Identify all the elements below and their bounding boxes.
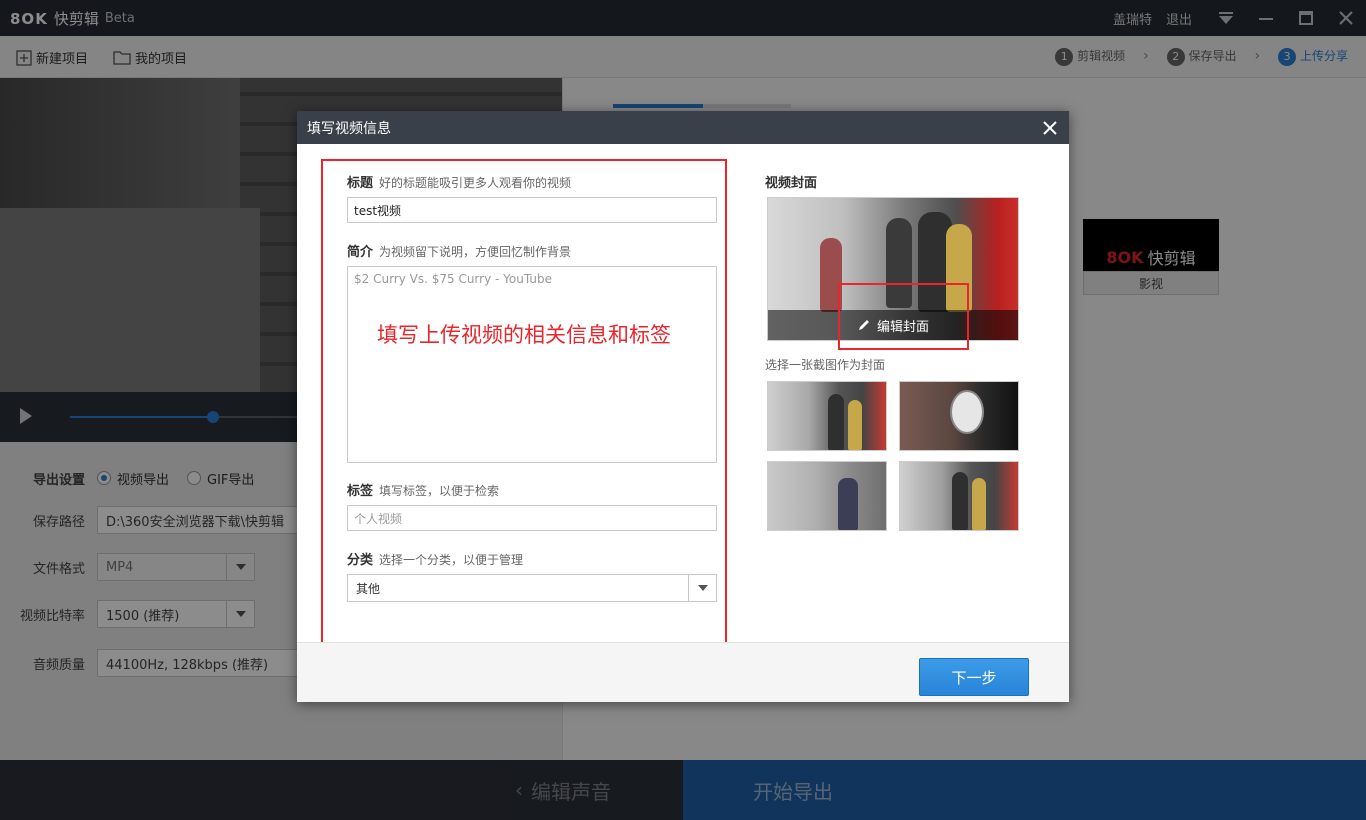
intro-textarea[interactable]: $2 Curry Vs. $75 Curry - YouTube xyxy=(347,266,717,463)
tags-field-label: 标签 填写标签，以便于检索 xyxy=(347,484,500,499)
tags-input[interactable]: 个人视频 xyxy=(347,505,717,531)
cover-thumb[interactable] xyxy=(899,381,1019,451)
annotation-box-cover xyxy=(838,283,969,350)
cover-thumb[interactable] xyxy=(767,461,887,531)
category-field-label: 分类 选择一个分类，以便于管理 xyxy=(347,553,524,568)
cover-thumb[interactable] xyxy=(767,381,887,451)
title-field-label: 标题 好的标题能吸引更多人观看你的视频 xyxy=(347,176,572,191)
dialog-footer: 下一步 xyxy=(297,642,1069,702)
video-info-dialog: 填写视频信息 标题 好的标题能吸引更多人观看你的视频 test视频 简介 为视频留下… xyxy=(297,111,1069,702)
intro-field-label: 简介 为视频留下说明，方便回忆制作背景 xyxy=(347,245,572,260)
cover-hint: 选择一张截图作为封面 xyxy=(765,358,886,372)
title-input[interactable]: test视频 xyxy=(347,197,717,223)
dialog-header: 填写视频信息 xyxy=(297,111,1069,144)
cover-thumb[interactable] xyxy=(899,461,1019,531)
cover-title: 视频封面 xyxy=(765,176,818,191)
close-icon[interactable] xyxy=(1039,117,1061,139)
category-select[interactable]: 其他 xyxy=(347,574,717,602)
annotation-text: 填写上传视频的相关信息和标签 xyxy=(377,323,671,347)
next-step-button[interactable]: 下一步 xyxy=(919,658,1029,696)
chevron-down-icon xyxy=(688,575,716,601)
dialog-title: 填写视频信息 xyxy=(307,120,391,137)
